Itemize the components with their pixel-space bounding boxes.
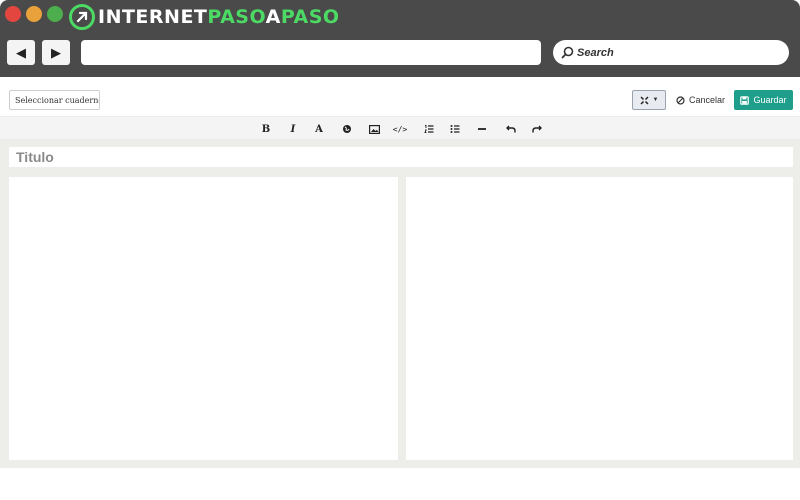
undo-button[interactable] <box>502 121 520 137</box>
title-input[interactable]: Titulo <box>9 147 793 167</box>
search-input[interactable]: Search <box>553 40 789 65</box>
undo-icon <box>506 125 516 133</box>
view-mode-button[interactable]: ▼ <box>632 90 666 110</box>
cancel-button[interactable]: Cancelar <box>676 90 728 110</box>
save-icon <box>740 95 750 105</box>
redo-button[interactable] <box>528 121 546 137</box>
logo-arrow-icon <box>69 4 95 30</box>
horizontal-rule-icon <box>478 128 486 130</box>
italic-button[interactable]: I <box>284 121 302 137</box>
unordered-list-button[interactable] <box>446 121 464 137</box>
close-window-button[interactable] <box>5 6 21 22</box>
forward-button[interactable]: ▶ <box>42 40 70 65</box>
font-button[interactable]: A <box>310 121 328 137</box>
markdown-editor-pane[interactable] <box>9 177 398 460</box>
search-label: Search <box>577 46 614 59</box>
save-label: Guardar <box>753 95 787 105</box>
maximize-window-button[interactable] <box>47 6 63 22</box>
back-button[interactable]: ◀ <box>7 40 35 65</box>
cancel-icon <box>676 95 685 105</box>
preview-pane <box>406 177 793 460</box>
ordered-list-icon <box>424 125 434 133</box>
logo-text: INTERNETPASOAPASO <box>98 5 340 28</box>
code-button[interactable]: </> <box>391 121 409 137</box>
ordered-list-button[interactable] <box>420 121 438 137</box>
redo-icon <box>532 125 542 133</box>
chevron-down-icon: ▼ <box>652 97 659 103</box>
expand-icon <box>639 95 649 105</box>
bold-button[interactable]: B <box>257 121 275 137</box>
horizontal-rule-button[interactable] <box>473 121 491 137</box>
link-button[interactable] <box>338 121 356 137</box>
format-toolbar: B I A </> <box>0 116 800 140</box>
address-bar[interactable] <box>81 40 541 65</box>
search-icon <box>561 46 574 59</box>
unordered-list-icon <box>450 125 460 133</box>
cancel-label: Cancelar <box>689 95 726 105</box>
browser-chrome: INTERNETPASOAPASO ◀ ▶ Search <box>0 0 800 77</box>
site-logo: INTERNETPASOAPASO <box>69 3 340 31</box>
image-button[interactable] <box>365 121 383 137</box>
globe-icon <box>343 125 351 133</box>
notebook-select-label: Seleccionar cuaderno <box>15 95 100 105</box>
forward-arrow-icon: ▶ <box>51 44 61 60</box>
notebook-select[interactable]: Seleccionar cuaderno ▼ <box>9 90 100 110</box>
image-icon <box>368 124 380 134</box>
save-button[interactable]: Guardar <box>734 90 793 110</box>
back-arrow-icon: ◀ <box>16 44 26 60</box>
minimize-window-button[interactable] <box>26 6 42 22</box>
